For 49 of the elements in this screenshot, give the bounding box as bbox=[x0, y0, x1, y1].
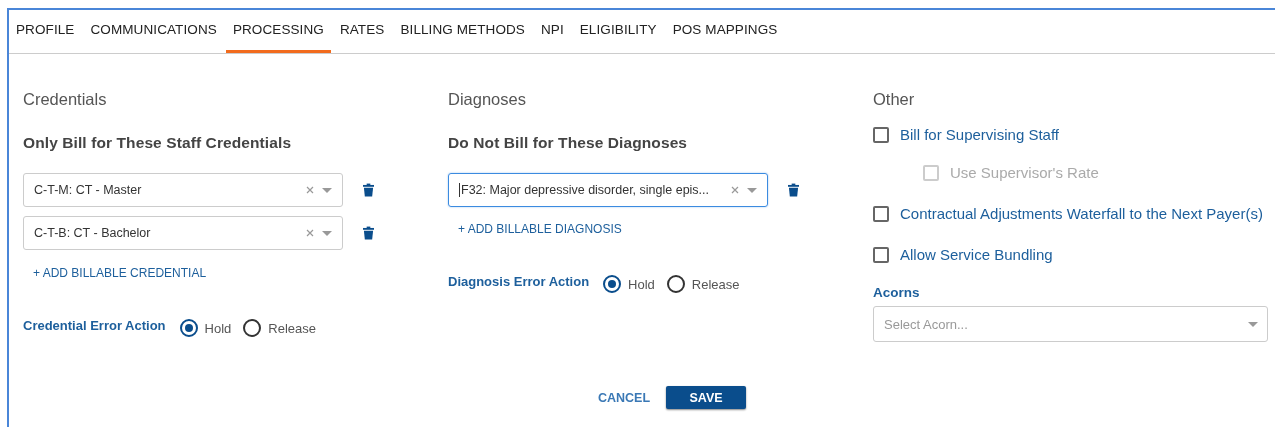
radio-label: Release bbox=[691, 276, 740, 292]
field-label: Diagnosis Error Action bbox=[448, 273, 590, 289]
section-subtitle: Only Bill for These Staff Credentials bbox=[23, 134, 293, 152]
field-label: Acorns bbox=[873, 285, 921, 300]
radio-button[interactable] bbox=[603, 275, 622, 293]
save-button[interactable]: SAVE bbox=[666, 386, 747, 409]
tab[interactable]: RATES bbox=[339, 10, 385, 53]
tab[interactable]: COMMUNICATIONS bbox=[90, 10, 217, 53]
caret-icon[interactable] bbox=[1248, 322, 1258, 327]
radio-label: Release bbox=[268, 320, 316, 336]
tab[interactable]: PROCESSING bbox=[225, 10, 331, 53]
clear-icon[interactable] bbox=[731, 186, 739, 194]
select-field[interactable]: C-T-B: CT - Bachelor bbox=[23, 216, 343, 250]
trash-icon[interactable] bbox=[788, 183, 799, 197]
caret-icon[interactable] bbox=[322, 230, 332, 236]
select-field[interactable]: Select Acorn... bbox=[873, 306, 1268, 342]
trash-icon[interactable] bbox=[363, 226, 374, 240]
select-field[interactable]: C-T-M: CT - Master bbox=[23, 173, 343, 207]
radio-label: Hold bbox=[204, 320, 232, 336]
radio-label: Hold bbox=[628, 276, 655, 292]
section-subtitle: Do Not Bill for These Diagnoses bbox=[448, 134, 689, 152]
caret-icon[interactable] bbox=[747, 187, 757, 193]
radio-button[interactable] bbox=[666, 275, 685, 293]
tab[interactable]: POS MAPPINGS bbox=[672, 10, 778, 53]
tab[interactable]: NPI bbox=[540, 10, 564, 53]
radio-button[interactable] bbox=[179, 319, 198, 337]
checkbox[interactable] bbox=[873, 205, 889, 222]
clear-icon[interactable] bbox=[306, 186, 314, 194]
add-link[interactable]: + ADD BILLABLE DIAGNOSIS bbox=[458, 222, 622, 236]
trash-icon[interactable] bbox=[363, 183, 374, 197]
section-title: Diagnoses bbox=[448, 90, 527, 109]
radio-button[interactable] bbox=[243, 319, 262, 337]
checkbox[interactable] bbox=[873, 126, 889, 143]
add-link[interactable]: + ADD BILLABLE CREDENTIAL bbox=[33, 266, 207, 280]
checkbox-label: Allow Service Bundling bbox=[900, 246, 1053, 263]
section-title: Other bbox=[873, 90, 916, 109]
cancel-button[interactable]: CANCEL bbox=[597, 386, 651, 409]
checkbox-label: Contractual Adjustments Waterfall to the Next Payer(s) bbox=[900, 205, 1263, 222]
checkbox-label: Bill for Supervising Staff bbox=[900, 126, 1059, 143]
tab[interactable]: PROFILE bbox=[16, 10, 75, 53]
caret-icon[interactable] bbox=[322, 187, 332, 193]
tab[interactable]: ELIGIBILITY bbox=[579, 10, 657, 53]
field-label: Credential Error Action bbox=[23, 317, 166, 333]
select-field[interactable]: F32: Major depressive disorder, single epis... bbox=[448, 173, 768, 207]
clear-icon[interactable] bbox=[306, 229, 314, 237]
tab[interactable]: BILLING METHODS bbox=[400, 10, 525, 53]
checkbox[interactable] bbox=[873, 246, 889, 263]
section-title: Credentials bbox=[23, 90, 108, 109]
checkbox-label: Use Supervisor's Rate bbox=[950, 164, 1099, 181]
